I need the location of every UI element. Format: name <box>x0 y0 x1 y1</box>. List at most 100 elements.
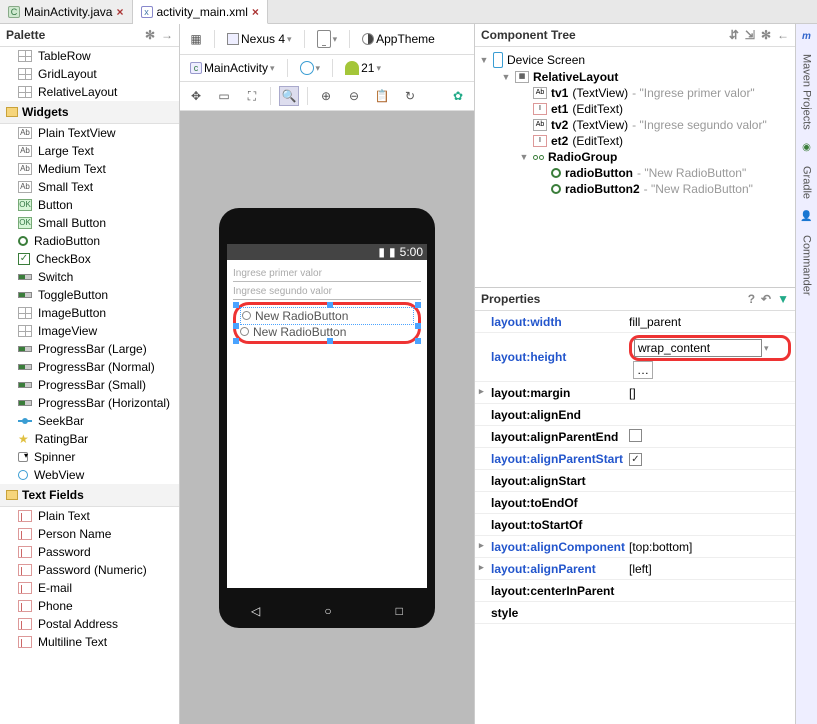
tab-main-activity[interactable]: C MainActivity.java × <box>0 0 133 23</box>
zoom-icon[interactable]: 🔍 <box>279 86 299 106</box>
palette-item[interactable]: ProgressBar (Small) <box>0 376 179 394</box>
palette-item[interactable]: RelativeLayout <box>0 83 179 101</box>
m-icon[interactable]: m <box>799 28 815 44</box>
commander-icon[interactable]: 👤 <box>799 209 815 225</box>
property-row[interactable]: style <box>475 602 795 624</box>
property-row[interactable]: layout:centerInParent <box>475 580 795 602</box>
maven-projects-button[interactable]: Maven Projects <box>799 48 815 136</box>
palette-item[interactable]: OKButton <box>0 196 179 214</box>
refresh-icon[interactable]: ↻ <box>400 86 420 106</box>
palette-category[interactable]: Text Fields <box>0 484 179 507</box>
tree-item[interactable]: I et1 (EditText) <box>479 101 791 117</box>
locale-dropdown[interactable]: ▾ <box>296 59 325 77</box>
property-row[interactable]: layout:alignParentEnd <box>475 426 795 448</box>
properties-body[interactable]: layout:widthfill_parentlayout:height▾…▸l… <box>475 311 795 724</box>
back-icon[interactable]: ◁ <box>251 604 260 618</box>
palette-item[interactable]: TableRow <box>0 47 179 65</box>
expand-icon[interactable]: ⇵ <box>729 28 739 42</box>
api-dropdown[interactable]: 21 ▾ <box>341 59 385 77</box>
palette-item[interactable]: ImageButton <box>0 304 179 322</box>
palette-item[interactable]: WebView <box>0 466 179 484</box>
chevron-down-icon[interactable]: ▾ <box>764 343 769 354</box>
property-row[interactable]: layout:widthfill_parent <box>475 311 795 333</box>
palette-item[interactable]: ProgressBar (Normal) <box>0 358 179 376</box>
property-row[interactable]: ▸layout:margin[] <box>475 382 795 404</box>
palette-item[interactable]: Phone <box>0 597 179 615</box>
palette-item[interactable]: E-mail <box>0 579 179 597</box>
device-screen[interactable]: ▮ ▮ 5:00 Ingrese primer valor Ingrese se… <box>227 244 427 588</box>
zoom-fit-icon[interactable]: ⛶ <box>242 86 262 106</box>
property-row[interactable]: layout:toEndOf <box>475 492 795 514</box>
tree-item[interactable]: I et2 (EditText) <box>479 133 791 149</box>
palette-item[interactable]: Spinner <box>0 448 179 466</box>
tree-item[interactable]: radioButton - "New RadioButton" <box>479 165 791 181</box>
property-row[interactable]: layout:alignEnd <box>475 404 795 426</box>
tree-item[interactable]: Ab tv1 (TextView) - "Ingrese primer valo… <box>479 85 791 101</box>
close-icon[interactable]: × <box>116 5 123 19</box>
property-row[interactable]: layout:alignParentStart✓ <box>475 448 795 470</box>
chevron-right-icon[interactable]: → <box>161 28 173 42</box>
palette-item[interactable]: Password (Numeric) <box>0 561 179 579</box>
hint-tv1[interactable]: Ingrese primer valor <box>233 266 421 282</box>
design-canvas[interactable]: ▮ ▮ 5:00 Ingrese primer valor Ingrese se… <box>180 111 474 724</box>
zoom-out-icon[interactable]: ⊖ <box>344 86 364 106</box>
checkbox[interactable]: ✓ <box>629 453 642 466</box>
ellipsis-button[interactable]: … <box>633 361 653 379</box>
close-icon[interactable]: × <box>252 5 259 19</box>
activity-dropdown[interactable]: c MainActivity ▾ <box>186 59 279 77</box>
collapse-icon[interactable]: ⇲ <box>745 28 755 42</box>
filter-icon[interactable]: ▼ <box>777 292 789 306</box>
palette-item[interactable]: ★RatingBar <box>0 430 179 448</box>
gear-icon[interactable]: ✻ <box>761 28 771 42</box>
palette-item[interactable]: ImageView <box>0 322 179 340</box>
select-icon[interactable]: ▭ <box>214 86 234 106</box>
gear-icon[interactable]: ✻ <box>145 28 155 42</box>
recent-icon[interactable]: □ <box>396 604 403 618</box>
tree-item[interactable]: radioButton2 - "New RadioButton" <box>479 181 791 197</box>
tree-item[interactable]: Ab tv2 (TextView) - "Ingrese segundo val… <box>479 117 791 133</box>
palette-item[interactable]: ✓CheckBox <box>0 250 179 268</box>
component-tree[interactable]: ▼ Device Screen ▼▦ RelativeLayoutAb tv1 … <box>475 47 795 287</box>
palette-item[interactable]: ToggleButton <box>0 286 179 304</box>
theme-dropdown[interactable]: AppTheme <box>358 30 439 48</box>
palette-item[interactable]: AbMedium Text <box>0 160 179 178</box>
palette-item[interactable]: Plain Text <box>0 507 179 525</box>
help-icon[interactable]: ? <box>748 292 755 306</box>
palette-body[interactable]: TableRowGridLayoutRelativeLayoutWidgetsA… <box>0 47 179 724</box>
show-bounds-icon[interactable]: ▦ <box>186 29 206 49</box>
chevron-left-icon[interactable]: ← <box>777 28 789 42</box>
tree-item[interactable]: ▼ RadioGroup <box>479 149 791 165</box>
palette-item[interactable]: RadioButton <box>0 232 179 250</box>
settings-icon[interactable]: ✿ <box>448 86 468 106</box>
pan-icon[interactable]: ✥ <box>186 86 206 106</box>
palette-item[interactable]: Multiline Text <box>0 633 179 651</box>
tree-root[interactable]: ▼ Device Screen <box>479 51 791 69</box>
palette-category[interactable]: Widgets <box>0 101 179 124</box>
palette-item[interactable]: ProgressBar (Large) <box>0 340 179 358</box>
tree-item[interactable]: ▼▦ RelativeLayout <box>479 69 791 85</box>
zoom-in-icon[interactable]: ⊕ <box>316 86 336 106</box>
palette-item[interactable]: OKSmall Button <box>0 214 179 232</box>
property-row[interactable]: layout:height▾… <box>475 333 795 382</box>
palette-item[interactable]: Switch <box>0 268 179 286</box>
gradle-icon[interactable]: ◉ <box>799 140 815 156</box>
orientation-dropdown[interactable]: ▾ <box>313 28 342 50</box>
undo-icon[interactable]: ↶ <box>761 292 771 306</box>
radio-group-selected[interactable]: New RadioButton New RadioButton <box>233 302 421 344</box>
radio-button-2[interactable]: New RadioButton <box>240 325 414 339</box>
clipboard-icon[interactable]: 📋 <box>372 86 392 106</box>
property-input[interactable] <box>634 339 762 357</box>
palette-item[interactable]: AbPlain TextView <box>0 124 179 142</box>
property-row[interactable]: ▸layout:alignParent[left] <box>475 558 795 580</box>
palette-item[interactable]: AbSmall Text <box>0 178 179 196</box>
commander-button[interactable]: Commander <box>799 229 815 302</box>
property-row[interactable]: layout:alignStart <box>475 470 795 492</box>
property-row[interactable]: layout:toStartOf <box>475 514 795 536</box>
palette-item[interactable]: Person Name <box>0 525 179 543</box>
gradle-button[interactable]: Gradle <box>799 160 815 205</box>
radio-button-1[interactable]: New RadioButton <box>242 309 412 323</box>
palette-item[interactable]: Password <box>0 543 179 561</box>
palette-item[interactable]: SeekBar <box>0 412 179 430</box>
home-icon[interactable]: ○ <box>324 604 331 618</box>
palette-item[interactable]: GridLayout <box>0 65 179 83</box>
